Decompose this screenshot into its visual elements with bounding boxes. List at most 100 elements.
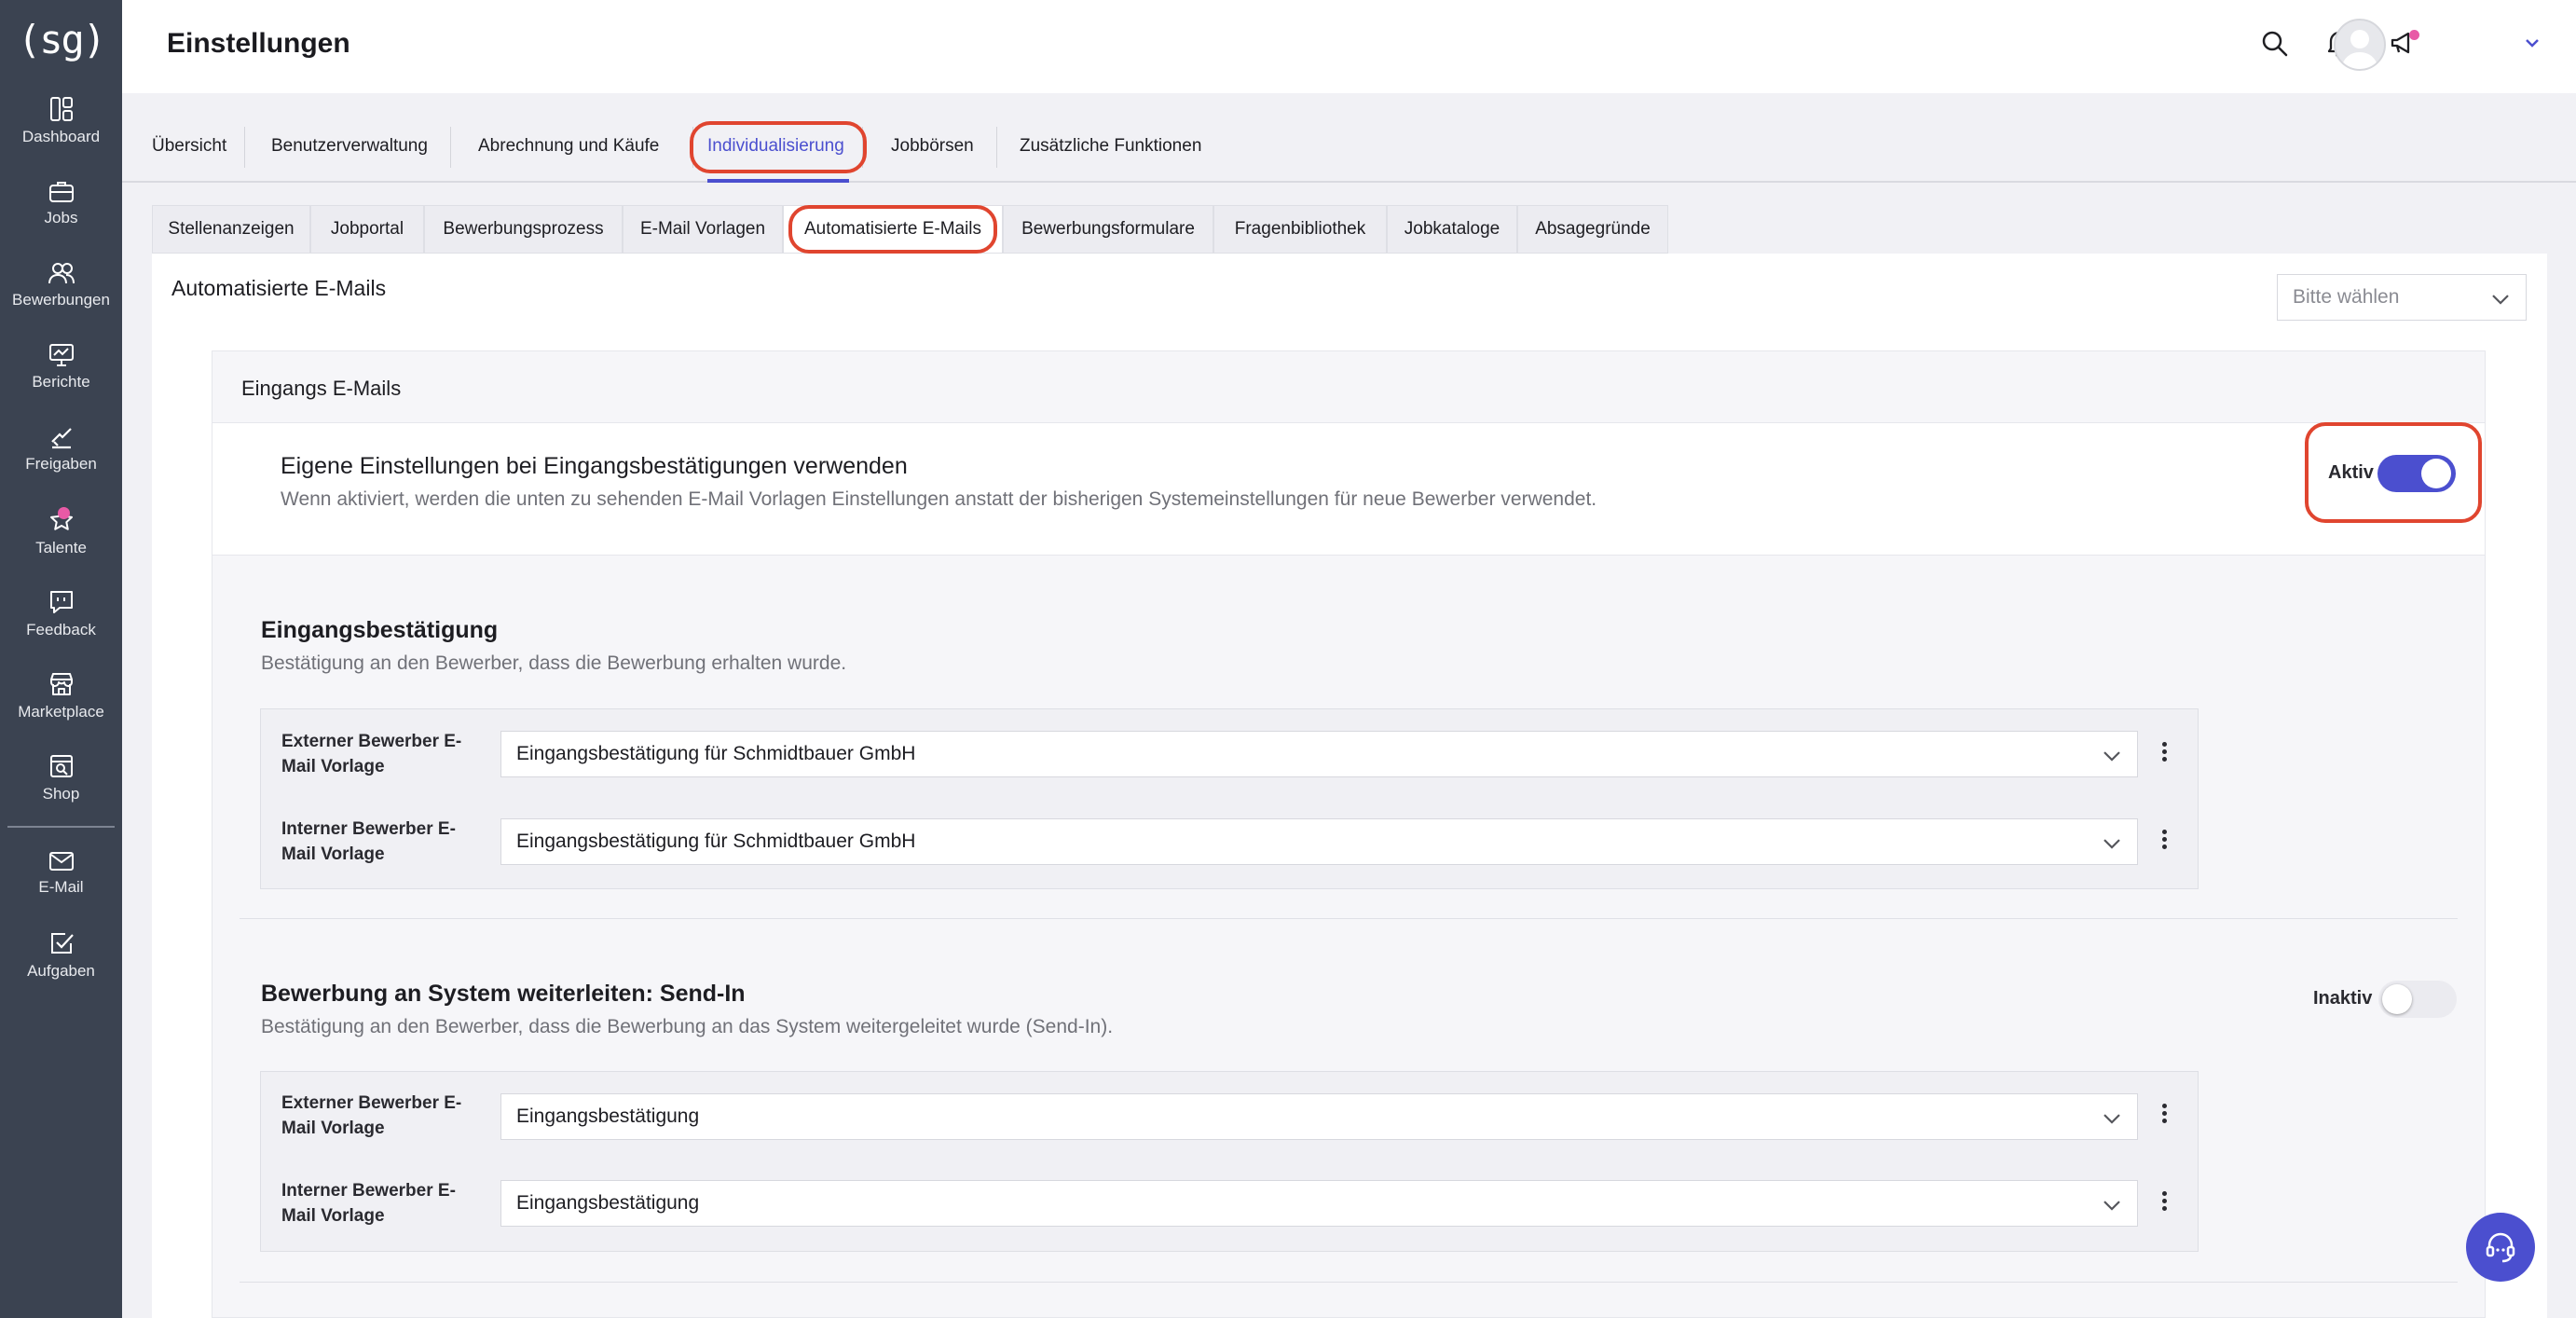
section-title: Bewerbung an System weiterleiten: Send-I… xyxy=(261,981,746,1007)
tab-abrechnung[interactable]: Abrechnung und Käufe xyxy=(478,136,659,157)
chevron-down-icon[interactable] xyxy=(2524,37,2541,48)
external-template-select[interactable]: Eingangsbestätigung für Schmidtbauer Gmb… xyxy=(500,731,2138,777)
sidebar-item-talente[interactable]: Talente xyxy=(0,507,122,557)
chevron-down-icon xyxy=(2103,839,2120,849)
support-chat-button[interactable] xyxy=(2466,1213,2535,1282)
subtab-automatisierte-emails[interactable]: Automatisierte E-Mails xyxy=(783,205,1003,254)
dashboard-icon xyxy=(49,97,73,121)
subtab-email-vorlagen[interactable]: E-Mail Vorlagen xyxy=(623,205,783,254)
tab-separator xyxy=(450,127,451,168)
select-value: Eingangsbestätigung für Schmidtbauer Gmb… xyxy=(516,831,916,852)
sidebar-item-label: Shop xyxy=(42,785,80,803)
tab-benutzerverwaltung[interactable]: Benutzerverwaltung xyxy=(271,136,428,157)
notification-dot xyxy=(2409,30,2419,40)
page-title: Einstellungen xyxy=(167,28,350,59)
internal-template-select[interactable]: Eingangsbestätigung xyxy=(500,1180,2138,1227)
user-avatar-icon xyxy=(2341,30,2378,69)
section-title: Eingangsbestätigung xyxy=(261,617,499,643)
more-options-icon[interactable] xyxy=(2159,1104,2169,1128)
chevron-down-icon xyxy=(2492,295,2509,305)
sidebar-item-dashboard[interactable]: Dashboard xyxy=(0,96,122,146)
chevron-down-icon xyxy=(2103,1201,2120,1211)
toggle-knob xyxy=(2382,984,2412,1014)
subtab-absagegruende[interactable]: Absagegründe xyxy=(1517,205,1668,254)
section-heading: Automatisierte E-Mails xyxy=(171,276,387,300)
external-template-select[interactable]: Eingangsbestätigung xyxy=(500,1093,2138,1140)
tab-separator xyxy=(692,127,693,168)
tab-separator xyxy=(862,127,863,168)
notification-dot xyxy=(58,507,70,519)
more-options-icon[interactable] xyxy=(2159,1191,2169,1215)
tab-jobboersen[interactable]: Jobbörsen xyxy=(891,136,974,157)
briefcase-icon xyxy=(48,182,74,202)
headset-icon xyxy=(2486,1232,2515,1263)
sidebar-item-label: Aufgaben xyxy=(27,962,95,980)
custom-settings-description: Wenn aktiviert, werden die unten zu sehe… xyxy=(281,488,1597,510)
section-description: Bestätigung an den Bewerber, dass die Be… xyxy=(261,1016,1114,1037)
custom-settings-toggle[interactable] xyxy=(2377,455,2456,492)
template-row-label: Externer Bewerber E- Mail Vorlage xyxy=(281,732,462,776)
sidebar-item-label: Feedback xyxy=(26,621,96,638)
subtab-stellenanzeigen[interactable]: Stellenanzeigen xyxy=(152,205,310,254)
sidebar-item-label: Berichte xyxy=(32,373,90,391)
sidebar-item-shop[interactable]: Shop xyxy=(0,753,122,803)
sidebar-item-label: Bewerbungen xyxy=(12,291,110,309)
sidebar-item-feedback[interactable]: Feedback xyxy=(0,589,122,639)
store-icon xyxy=(49,673,73,695)
template-row-label: Interner Bewerber E- Mail Vorlage xyxy=(281,1181,456,1226)
subtab-jobkataloge[interactable]: Jobkataloge xyxy=(1387,205,1517,254)
top-header: Einstellungen xyxy=(122,0,2576,93)
select-value: Eingangsbestätigung für Schmidtbauer Gmb… xyxy=(516,743,916,764)
subtab-bewerbungsformulare[interactable]: Bewerbungsformulare xyxy=(1003,205,1213,254)
announcements-button[interactable] xyxy=(2389,28,2419,58)
sidebar-item-bewerbungen[interactable]: Bewerbungen xyxy=(0,261,122,309)
chart-board-icon xyxy=(48,344,74,366)
sidebar-item-label: Freigaben xyxy=(25,455,97,473)
section-divider xyxy=(240,1282,2458,1283)
select-placeholder: Bitte wählen xyxy=(2293,286,2400,308)
sidebar-item-aufgaben[interactable]: Aufgaben xyxy=(0,930,122,981)
template-row-label: Interner Bewerber E- Mail Vorlage xyxy=(281,819,456,864)
toggle-knob xyxy=(2421,459,2451,488)
subtab-jobportal[interactable]: Jobportal xyxy=(310,205,424,254)
search-icon[interactable] xyxy=(2261,30,2289,58)
sidebar-item-jobs[interactable]: Jobs xyxy=(0,179,122,227)
internal-template-select[interactable]: Eingangsbestätigung für Schmidtbauer Gmb… xyxy=(500,818,2138,865)
logo[interactable]: (sg) xyxy=(0,17,122,62)
filter-select[interactable]: Bitte wählen xyxy=(2277,274,2527,321)
sidebar-item-label: E-Mail xyxy=(38,878,84,896)
section-description: Bestätigung an den Bewerber, dass die Be… xyxy=(261,652,847,674)
toggle-state-label: Aktiv xyxy=(2328,462,2374,483)
chevron-down-icon xyxy=(2103,1114,2120,1124)
tab-individualisierung[interactable]: Individualisierung xyxy=(707,136,844,157)
select-value: Eingangsbestätigung xyxy=(516,1192,700,1214)
tab-zusaetzliche-funktionen[interactable]: Zusätzliche Funktionen xyxy=(1020,136,1201,157)
avatar[interactable] xyxy=(2334,19,2386,71)
feedback-bubble-icon xyxy=(49,591,73,613)
sidebar: (sg) Dashboard Jobs Bewerbungen Berichte… xyxy=(0,0,122,1318)
approval-hand-icon xyxy=(50,428,72,449)
toggle-state-label: Inaktiv xyxy=(2313,988,2373,1009)
mail-icon xyxy=(48,852,74,871)
more-options-icon[interactable] xyxy=(2159,830,2169,854)
tab-uebersicht[interactable]: Übersicht xyxy=(152,136,226,157)
subtab-fragenbibliothek[interactable]: Fragenbibliothek xyxy=(1213,205,1387,254)
sidebar-item-label: Talente xyxy=(35,539,87,556)
template-row-label: Externer Bewerber E- Mail Vorlage xyxy=(281,1093,462,1138)
send-in-toggle[interactable] xyxy=(2378,981,2457,1018)
sidebar-item-berichte[interactable]: Berichte xyxy=(0,343,122,391)
select-value: Eingangsbestätigung xyxy=(516,1105,700,1127)
main-tabs: Übersicht Benutzerverwaltung Abrechnung … xyxy=(122,112,2576,183)
tab-separator xyxy=(996,127,997,168)
users-icon xyxy=(48,263,75,284)
sidebar-divider xyxy=(7,826,115,828)
sidebar-item-email[interactable]: E-Mail xyxy=(0,850,122,897)
sidebar-item-label: Jobs xyxy=(44,209,78,227)
sidebar-item-marketplace[interactable]: Marketplace xyxy=(0,671,122,721)
shop-search-icon xyxy=(49,755,73,777)
active-tab-indicator xyxy=(707,179,849,183)
more-options-icon[interactable] xyxy=(2159,742,2169,766)
subtab-bewerbungsprozess[interactable]: Bewerbungsprozess xyxy=(424,205,623,254)
sidebar-item-freigaben[interactable]: Freigaben xyxy=(0,425,122,474)
section-divider xyxy=(240,918,2458,919)
